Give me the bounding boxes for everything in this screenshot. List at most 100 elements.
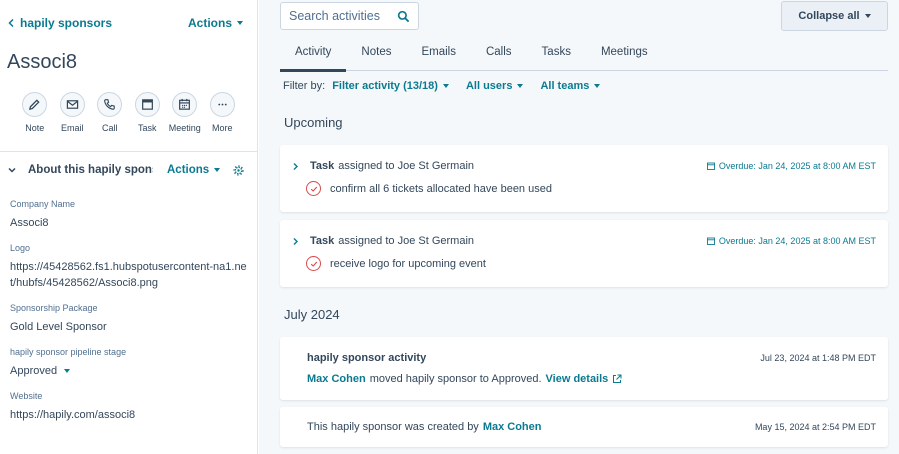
note-action-label: Note	[25, 123, 45, 133]
caret-down-icon	[594, 84, 601, 88]
task-due-text: Overdue: Jan 24, 2025 at 8:00 AM EST	[718, 161, 876, 171]
external-link-icon[interactable]	[612, 374, 622, 384]
task-description-row: receive logo for upcoming event	[306, 256, 486, 271]
about-section-title[interactable]: About this hapily sponsor	[28, 164, 153, 176]
created-description: This hapily sponsor was created by Max C…	[307, 421, 542, 433]
chevron-left-icon	[8, 19, 14, 27]
tab-emails[interactable]: Emails	[406, 38, 471, 71]
task-assigned: assigned to Joe St Germain	[338, 160, 475, 172]
search-icon[interactable]	[397, 10, 410, 23]
tab-tasks[interactable]: Tasks	[527, 38, 586, 71]
back-link-label: hapily sponsors	[20, 16, 113, 30]
chevron-down-icon[interactable]	[8, 166, 16, 174]
chevron-right-icon[interactable]	[292, 237, 299, 245]
pipeline-stage-label: hapily sponsor pipeline stage	[10, 347, 127, 357]
activity-description: Max Cohen moved hapily sponsor to Approv…	[307, 373, 622, 385]
caret-down-icon	[517, 84, 524, 88]
search-placeholder: Search activities	[289, 9, 381, 23]
record-actions-menu[interactable]: Actions	[188, 16, 244, 30]
calendar-icon	[706, 237, 715, 245]
tab-activity[interactable]: Activity	[280, 38, 347, 72]
more-action-label: More	[211, 123, 233, 133]
company-name-value[interactable]: Associ8	[10, 215, 250, 231]
meeting-action-label: Meeting	[168, 123, 201, 133]
filter-by-label: Filter by:	[283, 80, 326, 92]
tab-calls[interactable]: Calls	[471, 38, 527, 71]
record-sidebar: hapily sponsors Actions Associ8 Note Ema…	[0, 0, 258, 454]
complete-task-checkbox[interactable]	[306, 181, 321, 196]
collapse-all-label: Collapse all	[798, 10, 860, 22]
website-label: Website	[10, 391, 43, 401]
filter-activity-label: Filter activity (13/18)	[332, 80, 438, 92]
check-icon	[310, 261, 317, 267]
upcoming-section-title: Upcoming	[284, 115, 343, 130]
more-action[interactable]: More	[204, 92, 242, 133]
search-activities-input[interactable]: Search activities	[280, 2, 419, 30]
all-users-dropdown[interactable]: All users	[465, 80, 524, 92]
email-icon	[66, 100, 78, 109]
activity-title: hapily sponsor activity	[307, 352, 427, 364]
complete-task-checkbox[interactable]	[306, 256, 321, 271]
check-icon	[310, 186, 317, 192]
record-actions-label: Actions	[188, 16, 233, 30]
note-icon	[29, 99, 40, 111]
caret-down-icon	[864, 14, 871, 18]
pipeline-stage-value: Approved	[10, 365, 58, 377]
created-text: This hapily sponsor was created by	[307, 421, 479, 433]
meeting-icon	[179, 98, 191, 110]
tab-notes[interactable]: Notes	[346, 38, 406, 71]
calendar-icon	[706, 162, 715, 170]
gear-icon[interactable]	[233, 164, 244, 176]
activity-panel: Search activities Collapse all Activity …	[259, 0, 899, 454]
more-icon	[218, 103, 227, 106]
email-action[interactable]: Email	[54, 92, 92, 133]
created-activity-card: This hapily sponsor was created by Max C…	[280, 407, 888, 447]
created-date: May 15, 2024 at 2:54 PM EDT	[754, 422, 876, 432]
logo-value[interactable]: https://45428562.fs1.hubspotusercontent-…	[10, 259, 250, 291]
task-icon	[141, 99, 153, 110]
task-action[interactable]: Task	[129, 92, 167, 133]
sponsor-activity-card: hapily sponsor activity Jul 23, 2024 at …	[280, 337, 888, 400]
all-teams-dropdown[interactable]: All teams	[540, 80, 601, 92]
all-users-label: All users	[465, 80, 513, 92]
created-actor-link[interactable]: Max Cohen	[483, 421, 542, 433]
task-assigned: assigned to Joe St Germain	[338, 235, 475, 247]
call-icon	[104, 99, 116, 110]
task-description[interactable]: receive logo for upcoming event	[330, 258, 486, 270]
website-value[interactable]: https://hapily.com/associ8	[10, 407, 250, 423]
property-list: Company Name Associ8 Logo https://454285…	[10, 199, 250, 435]
about-actions-label: Actions	[167, 164, 210, 176]
collapse-all-button[interactable]: Collapse all	[781, 1, 888, 31]
task-kind: Task	[310, 160, 335, 172]
note-action[interactable]: Note	[16, 92, 54, 133]
july-2024-section-title: July 2024	[284, 307, 340, 322]
task-card-header[interactable]: Task assigned to Joe St Germain	[292, 235, 474, 247]
filter-activity-dropdown[interactable]: Filter activity (13/18)	[332, 80, 449, 92]
task-description[interactable]: confirm all 6 tickets allocated have bee…	[330, 183, 552, 195]
about-section-header: About this hapily sponsor Actions	[8, 164, 250, 176]
activity-text: moved hapily sponsor to Approved.	[369, 373, 542, 385]
meeting-action[interactable]: Meeting	[166, 92, 204, 133]
task-description-row: confirm all 6 tickets allocated have bee…	[306, 181, 552, 196]
sponsorship-package-value[interactable]: Gold Level Sponsor	[10, 319, 250, 335]
view-details-link[interactable]: View details	[546, 373, 609, 385]
tab-meetings[interactable]: Meetings	[586, 38, 663, 71]
caret-down-icon	[442, 84, 449, 88]
pipeline-stage-dropdown[interactable]: Approved	[10, 363, 250, 379]
task-due-text: Overdue: Jan 24, 2025 at 8:00 AM EST	[718, 236, 876, 246]
caret-down-icon	[214, 168, 221, 172]
email-action-label: Email	[60, 123, 84, 133]
activity-actor-link[interactable]: Max Cohen	[307, 373, 366, 385]
back-link[interactable]: hapily sponsors	[8, 16, 112, 30]
record-name: Associ8	[7, 51, 78, 73]
caret-down-icon	[237, 21, 244, 25]
task-card-header[interactable]: Task assigned to Joe St Germain	[292, 160, 474, 172]
about-actions-menu[interactable]: Actions	[167, 164, 221, 176]
filter-bar: Filter by: Filter activity (13/18) All u…	[283, 80, 617, 92]
call-action[interactable]: Call	[91, 92, 129, 133]
task-card: Task assigned to Joe St Germain Overdue:…	[280, 220, 888, 287]
call-action-label: Call	[101, 123, 118, 133]
sidebar-divider	[0, 151, 257, 152]
company-name-label: Company Name	[10, 199, 76, 209]
chevron-right-icon[interactable]	[292, 162, 299, 170]
